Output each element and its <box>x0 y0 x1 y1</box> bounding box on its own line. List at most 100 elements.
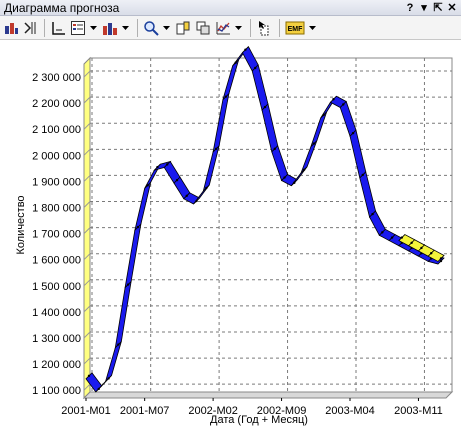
toolbar-separator <box>44 18 45 37</box>
series-1-point <box>146 184 149 187</box>
paste-chart-icon <box>196 21 210 34</box>
chart-area: 1 100 000 1 200 000 1 300 000 1 400 000 1 50… <box>0 40 461 429</box>
series-1-point <box>273 147 276 151</box>
series-1-point <box>390 236 394 239</box>
series-1-point <box>126 283 130 286</box>
series-2-point <box>420 246 423 250</box>
menu-dropdown-button[interactable]: ▾ <box>417 1 431 15</box>
series-1-point <box>283 176 286 179</box>
export-dropdown[interactable] <box>308 18 317 38</box>
toolbar-separator <box>137 18 138 37</box>
series-1-point <box>214 147 218 151</box>
y-tick-label: 1 700 000 <box>32 229 81 241</box>
series-1-point <box>293 181 296 184</box>
series-2-point <box>400 236 404 239</box>
y-tick-label: 1 300 000 <box>32 333 81 345</box>
series-2-point <box>439 257 443 260</box>
legend-button[interactable] <box>69 18 87 38</box>
y-tick-label: 1 400 000 <box>32 307 81 319</box>
series-1-point <box>361 173 364 177</box>
y-tick-label: 1 500 000 <box>32 281 81 293</box>
emf-label: EMF <box>288 26 304 33</box>
legend-dropdown[interactable] <box>89 18 98 38</box>
series-1-point <box>234 61 237 64</box>
y-tick-label: 1 600 000 <box>32 255 81 267</box>
window-controls: ? ▾ ⇱ ✕ <box>403 0 459 16</box>
zoom-dropdown[interactable] <box>162 18 171 38</box>
series-2-point <box>430 252 433 255</box>
series-1-point <box>322 113 325 117</box>
series-1-point <box>263 105 267 109</box>
y-tick-label: 2 100 000 <box>32 124 81 136</box>
series-1-point <box>195 199 198 203</box>
dropdown-arrow-icon <box>309 25 316 30</box>
series-1-point <box>302 168 306 171</box>
plot-background <box>89 57 453 393</box>
series-1-point <box>254 66 257 70</box>
dropdown-arrow-icon <box>90 25 97 30</box>
series-1-point <box>371 212 374 216</box>
dropdown-arrow-icon <box>122 25 129 30</box>
y-tick-label: 1 800 000 <box>32 203 81 215</box>
y-tick-label: 1 200 000 <box>32 359 81 371</box>
y-tick-label: 1 900 000 <box>32 176 81 188</box>
axis-icon <box>52 21 65 35</box>
cursor-icon <box>259 20 269 35</box>
chart-wizard-icon <box>5 22 18 34</box>
copy-chart-button[interactable] <box>174 18 192 38</box>
series-1-point <box>244 48 247 51</box>
x-tick-label: 2001-M07 <box>120 405 170 417</box>
series-1-point <box>205 186 208 190</box>
zoom-icon <box>144 20 159 36</box>
chart-floor <box>82 391 454 399</box>
trend-button[interactable] <box>214 18 232 38</box>
y-tick-label: 2 300 000 <box>32 72 81 84</box>
series-1-point <box>332 98 335 101</box>
export-emf-button[interactable]: EMF <box>284 18 306 38</box>
help-button[interactable]: ? <box>403 1 417 15</box>
copy-chart-icon <box>176 21 190 34</box>
undock-button[interactable]: ⇱ <box>431 1 445 15</box>
series-1-point <box>185 194 188 197</box>
series-1-point <box>342 103 345 106</box>
legend-icon <box>71 20 85 35</box>
series-1-point <box>175 178 179 182</box>
paste-chart-button[interactable] <box>194 18 212 38</box>
series-1-point <box>117 343 120 346</box>
x-axis-label: Дата (Год + Месяц) <box>210 414 308 426</box>
chart-wizard-button[interactable] <box>2 18 20 38</box>
trend-dropdown[interactable] <box>234 18 243 38</box>
toolbar-separator <box>279 18 280 37</box>
window-titlebar: Диаграмма прогноза ? ▾ ⇱ ✕ <box>0 0 461 16</box>
series-1-point <box>107 377 110 380</box>
series-2-point <box>410 241 413 244</box>
chart-type-dropdown[interactable] <box>121 18 130 38</box>
trend-icon <box>216 21 230 34</box>
y-tick-label: 2 000 000 <box>32 150 81 162</box>
window-title: Диаграмма прогноза <box>4 1 120 15</box>
series-1-point <box>439 259 443 263</box>
toolbar-separator <box>250 18 251 37</box>
dropdown-arrow-icon <box>163 25 170 30</box>
x-tick-label: 2001-M01 <box>61 405 111 417</box>
series-1-point <box>136 225 140 229</box>
series-1-point <box>351 131 355 135</box>
close-button[interactable]: ✕ <box>445 1 459 15</box>
series-1-point <box>87 374 91 378</box>
y-axis-label: Количество <box>15 195 27 254</box>
chart-toolbar: EMF <box>0 16 461 40</box>
y-tick-label: 2 200 000 <box>32 98 81 110</box>
axis-button[interactable] <box>49 18 67 38</box>
chart-options-button[interactable] <box>22 18 38 38</box>
series-1-point <box>156 165 159 169</box>
chart-type-button[interactable] <box>101 18 119 38</box>
series-1-point <box>381 231 384 234</box>
series-1-point <box>312 142 316 145</box>
cursor-button[interactable] <box>255 18 273 38</box>
series-1-point <box>97 387 100 391</box>
x-tick-label: 2003-M04 <box>325 405 375 417</box>
zoom-button[interactable] <box>142 18 160 38</box>
series-1-point <box>166 163 169 166</box>
series-1-point <box>224 95 228 98</box>
chart-options-icon <box>24 21 36 34</box>
